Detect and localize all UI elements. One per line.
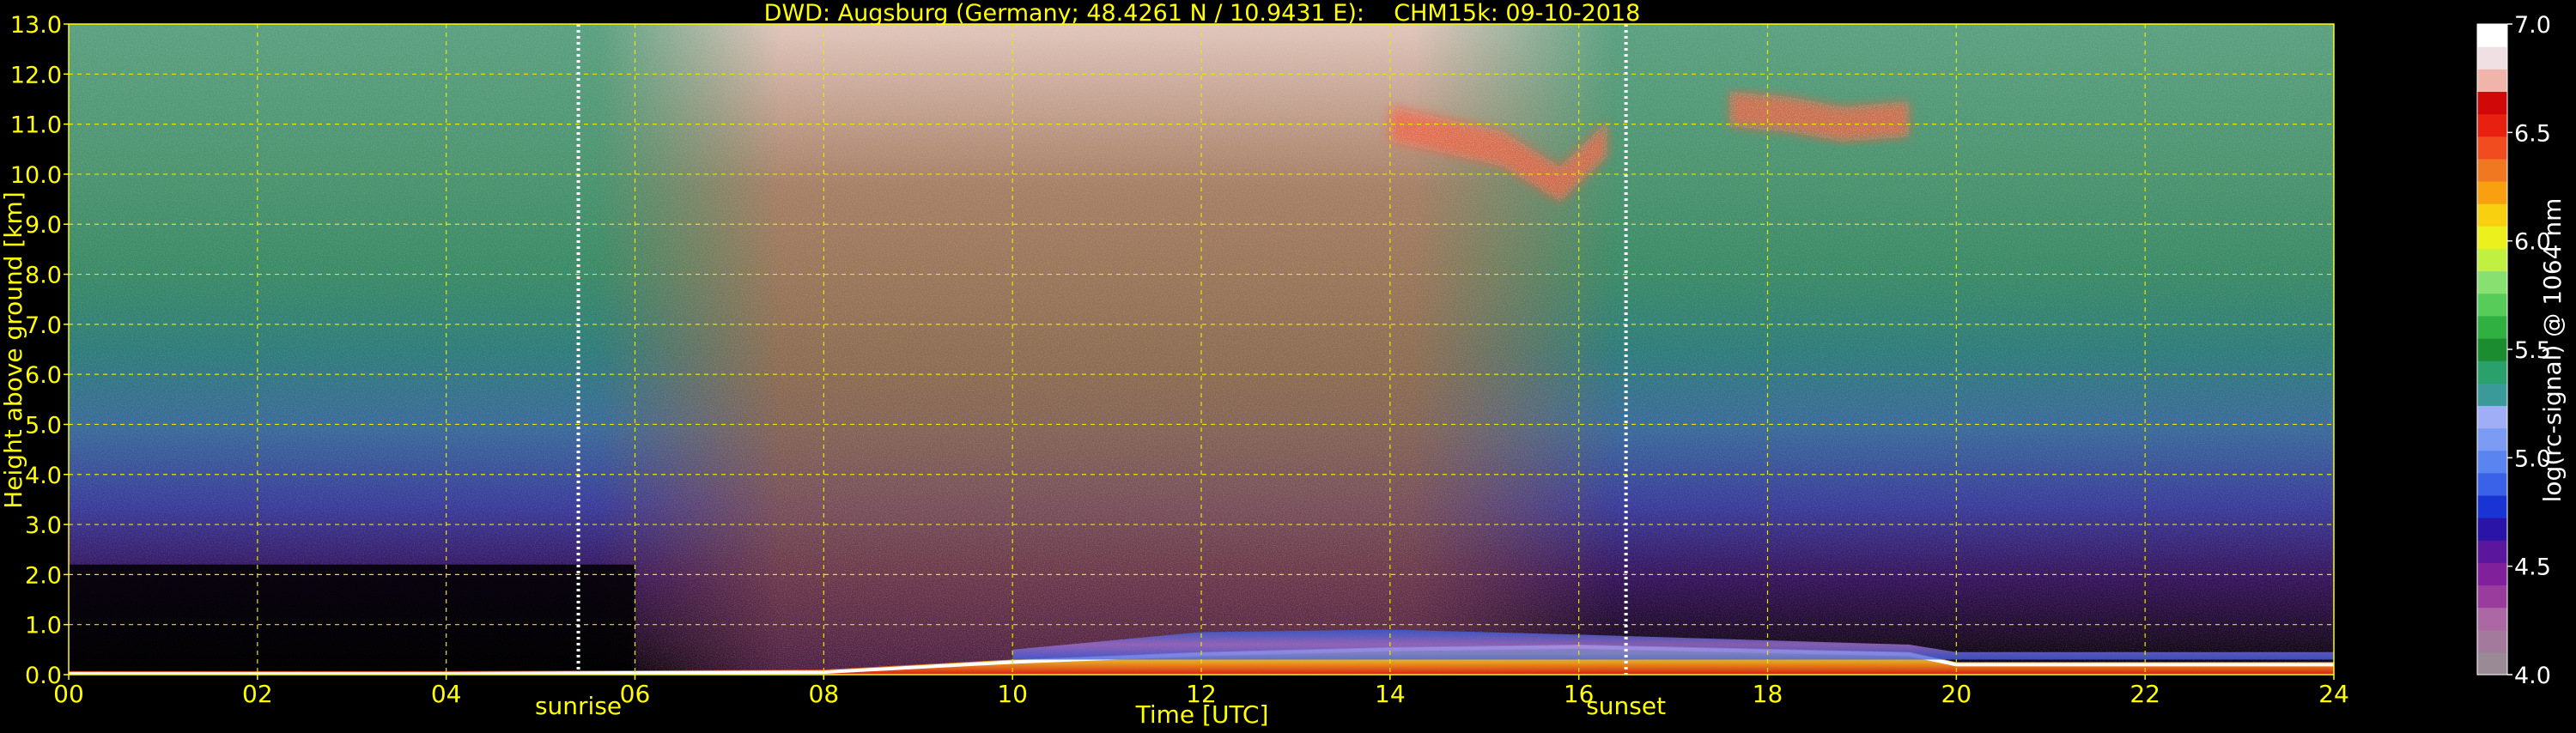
chart-title: DWD: Augsburg (Germany; 48.4261 N / 10.9… xyxy=(764,0,1641,27)
daytime-noise xyxy=(597,24,1617,675)
colorbar-segment xyxy=(2477,248,2507,272)
x-tick-label: 22 xyxy=(2129,680,2160,708)
colorbar-segment xyxy=(2477,293,2507,317)
colorbar-segment xyxy=(2477,46,2507,70)
y-tick-label: 7.0 xyxy=(25,312,62,339)
colorbar-segment xyxy=(2477,136,2507,160)
y-tick-label: 12.0 xyxy=(10,62,62,88)
colorbar-segment xyxy=(2477,629,2507,653)
colorbar-segment xyxy=(2477,494,2507,518)
x-tick-label: 06 xyxy=(620,680,651,708)
colorbar-segment xyxy=(2477,585,2507,609)
colorbar-segment xyxy=(2477,562,2507,586)
colorbar-segment xyxy=(2477,405,2507,429)
sunset-label: sunset xyxy=(1586,692,1666,720)
x-tick-label: 18 xyxy=(1753,680,1783,708)
x-tick-label: 08 xyxy=(809,680,840,708)
colorbar-segment xyxy=(2477,270,2507,294)
colorbar-segment xyxy=(2477,226,2507,249)
colorbar-segment xyxy=(2477,113,2507,137)
y-tick-label: 2.0 xyxy=(25,562,62,589)
colorbar-segment xyxy=(2477,518,2507,541)
y-tick-label: 8.0 xyxy=(25,263,62,289)
x-tick-label: 10 xyxy=(997,680,1028,708)
y-axis-label: Height above ground [km] xyxy=(0,191,27,509)
colorbar-segment xyxy=(2477,383,2507,406)
colorbar-segment xyxy=(2477,180,2507,204)
colorbar-tick-label: 6.5 xyxy=(2514,120,2551,147)
colorbar-segment xyxy=(2477,337,2507,361)
y-tick-label: 13.0 xyxy=(10,12,62,39)
colorbar-segment xyxy=(2477,158,2507,182)
colorbar-segment xyxy=(2477,427,2507,451)
y-tick-label: 9.0 xyxy=(25,212,62,239)
chart-svg: 00 02 04 06 08 10 12 14 16 18 20 22 24 0.01.02.03.04… xyxy=(0,0,2567,729)
dark-lower-layer xyxy=(69,564,635,675)
colorbar-segment xyxy=(2477,91,2507,115)
colorbar-segment xyxy=(2477,472,2507,496)
x-tick-label: 24 xyxy=(2318,680,2349,708)
colorbar-segment xyxy=(2477,540,2507,563)
y-tick-label: 0.0 xyxy=(25,663,62,689)
x-tick-label: 14 xyxy=(1375,680,1406,708)
colorbar-segment xyxy=(2477,607,2507,631)
colorbar-label: log(rc-signal) @ 1064 nm xyxy=(2538,198,2567,503)
colorbar-tick-label: 4.5 xyxy=(2514,554,2551,581)
colorbar-tick-label: 4.0 xyxy=(2514,663,2551,689)
y-tick-label: 5.0 xyxy=(25,412,62,439)
colorbar-segment xyxy=(2477,203,2507,227)
colorbar-segment xyxy=(2477,360,2507,384)
colorbar-tick-label: 7.0 xyxy=(2514,12,2551,39)
colorbar-segment xyxy=(2477,69,2507,93)
colorbar-segment xyxy=(2477,450,2507,474)
sunrise-label: sunrise xyxy=(535,692,622,720)
colorbar xyxy=(2476,23,2508,675)
y-tick-label: 11.0 xyxy=(10,112,62,139)
x-axis-label: Time [UTC] xyxy=(1135,700,1269,729)
ceilometer-figure: 00 02 04 06 08 10 12 14 16 18 20 22 24 0.0 1.0 2.0 3.0 4… xyxy=(0,0,2576,730)
y-tick-label: 4.0 xyxy=(25,463,62,489)
x-tick-label: 20 xyxy=(1941,680,1972,708)
y-tick-label: 3.0 xyxy=(25,512,62,539)
y-tick-label: 10.0 xyxy=(10,162,62,189)
y-tick-label: 1.0 xyxy=(25,613,62,639)
x-tick-label: 04 xyxy=(431,680,462,708)
colorbar-segment xyxy=(2477,651,2507,675)
colorbar-segment xyxy=(2477,315,2507,339)
x-tick-label: 02 xyxy=(242,680,273,708)
plot-area xyxy=(69,24,2334,675)
colorbar-segment xyxy=(2477,24,2507,47)
y-tick-label: 6.0 xyxy=(25,362,62,389)
